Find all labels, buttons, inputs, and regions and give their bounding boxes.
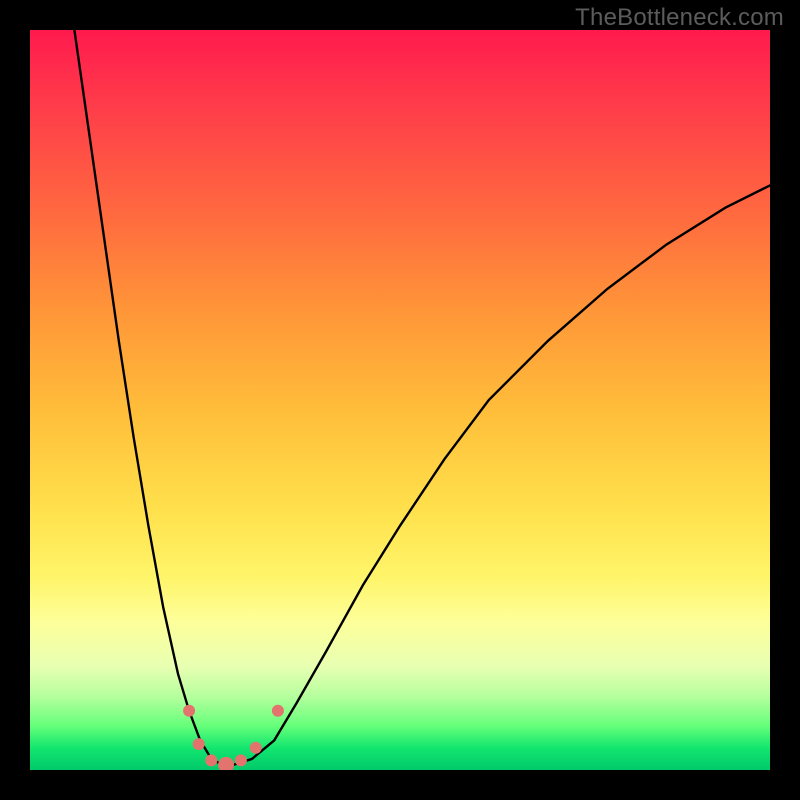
plot-area [30,30,770,770]
marker-dot [235,754,247,766]
marker-dot [183,705,195,717]
watermark-text: TheBottleneck.com [575,4,784,32]
marker-dot [250,742,262,754]
curve-svg [30,30,770,770]
marker-dot [218,757,234,770]
marker-dot [272,705,284,717]
chart-frame: TheBottleneck.com [0,0,800,800]
marker-dot [193,738,205,750]
marker-dot [205,754,217,766]
bottleneck-curve [74,30,770,765]
